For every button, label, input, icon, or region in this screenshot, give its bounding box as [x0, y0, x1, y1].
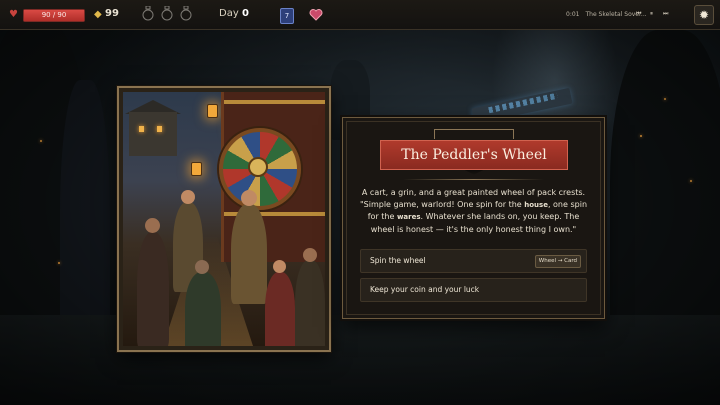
day-value: 0: [241, 8, 249, 19]
music-time: 0:01: [566, 11, 580, 18]
banner-hanger: [513, 129, 514, 139]
art-figure: [185, 272, 221, 346]
deck-count: 7: [284, 12, 290, 20]
banner-rod: [434, 129, 514, 130]
gear-icon: ✹: [698, 8, 710, 22]
skip-back-icon[interactable]: ⏮: [636, 10, 641, 18]
health-bar: 90 / 90: [23, 9, 85, 22]
event-artwork: [123, 92, 325, 346]
art-figure: [137, 232, 169, 346]
skip-forward-icon[interactable]: ⏭: [663, 10, 668, 18]
art-wheel-hub: [248, 157, 268, 177]
art-lantern: [207, 104, 218, 118]
choice-label: Keep your coin and your luck: [370, 285, 480, 294]
art-figure: [265, 272, 295, 346]
potion-slot-empty-icon[interactable]: [142, 6, 154, 21]
art-figure-head: [181, 190, 195, 204]
choice-keep-coin[interactable]: Keep your coin and your luck: [360, 278, 587, 302]
art-figure-head: [195, 260, 209, 274]
art-house: [129, 112, 177, 156]
settings-button[interactable]: ✹: [694, 5, 714, 25]
deck-icon[interactable]: 7: [280, 8, 294, 24]
art-figure-head: [303, 248, 317, 262]
event-title-banner: The Peddler's Wheel: [380, 140, 568, 170]
gold-amount: 99: [105, 8, 119, 19]
choice-reward-tag: Wheel → Card: [534, 255, 581, 268]
potion-slot-empty-icon[interactable]: [180, 6, 192, 21]
top-bar: ♥ 90 / 90 ◆ 99 Day 0 7 0:01 The Skeletal …: [0, 0, 720, 30]
art-window: [157, 126, 162, 132]
art-figure-head: [145, 218, 160, 233]
event-artwork-frame: [117, 86, 331, 352]
art-figure: [295, 260, 325, 346]
event-description: A cart, a grin, and a great painted whee…: [357, 187, 590, 236]
art-figure-head: [241, 190, 257, 206]
art-wagon-trim: [224, 100, 325, 104]
banner-hanger: [434, 129, 435, 139]
choice-label: Spin the wheel: [370, 256, 426, 265]
health-text: 90 / 90: [41, 11, 67, 19]
pause-icon[interactable]: ⏸: [650, 10, 653, 18]
keyword-house[interactable]: house: [524, 201, 548, 209]
choice-spin-wheel[interactable]: Spin the wheel Wheel → Card: [360, 249, 587, 273]
relic-heart-icon[interactable]: [309, 8, 323, 22]
potion-slot-empty-icon[interactable]: [161, 6, 173, 21]
art-figure: [231, 204, 267, 304]
event-panel: The Peddler's Wheel A cart, a grin, and …: [342, 117, 605, 319]
art-figure-head: [273, 260, 286, 273]
day-label: Day: [219, 8, 239, 19]
title-divider: [403, 179, 544, 180]
music-player: 0:01 The Skeletal Sover...: [566, 11, 647, 18]
health-heart-icon: ♥: [9, 9, 18, 20]
art-lantern: [191, 162, 202, 176]
art-window: [139, 126, 144, 132]
keyword-wares[interactable]: wares: [397, 213, 421, 221]
gold-coin-icon: ◆: [94, 9, 102, 20]
day-counter: Day 0: [219, 8, 249, 19]
event-title: The Peddler's Wheel: [401, 147, 547, 163]
